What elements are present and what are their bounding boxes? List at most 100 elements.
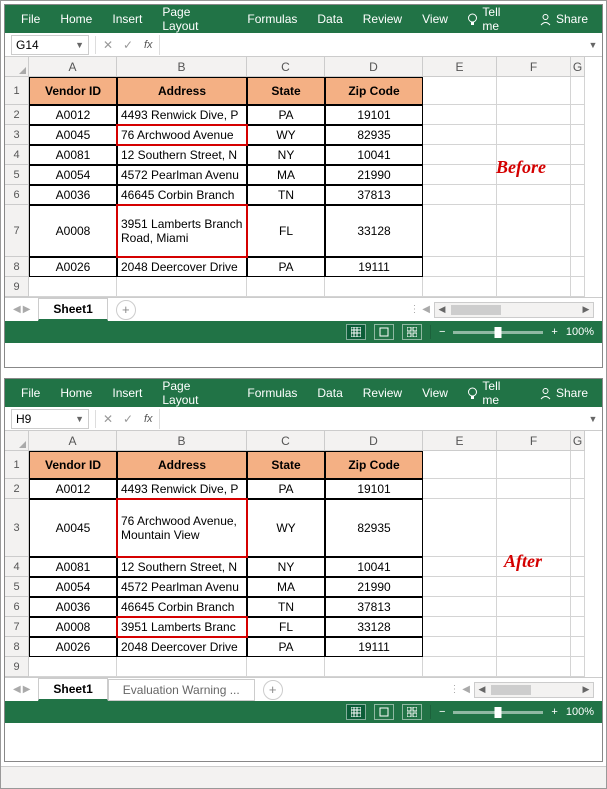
cell[interactable] <box>497 185 571 205</box>
cell[interactable] <box>423 125 497 145</box>
cell[interactable] <box>497 77 571 105</box>
cell[interactable]: 4493 Renwick Dive, P <box>117 479 247 499</box>
cell[interactable] <box>571 277 585 297</box>
cell-highlighted[interactable]: 76 Archwood Avenue, Mountain View <box>117 499 247 557</box>
cell[interactable]: 2048 Deercover Drive <box>117 257 247 277</box>
cell[interactable] <box>423 657 497 677</box>
cell[interactable]: 19101 <box>325 479 423 499</box>
cell[interactable] <box>423 499 497 557</box>
cell[interactable] <box>423 479 497 499</box>
zoom-level[interactable]: 100% <box>566 326 594 338</box>
cell[interactable]: 37813 <box>325 597 423 617</box>
zoom-slider[interactable] <box>453 711 543 714</box>
cell[interactable] <box>497 205 571 257</box>
cell[interactable]: 12 Southern Street, N <box>117 557 247 577</box>
row-header[interactable]: 7 <box>5 617 29 637</box>
tell-me[interactable]: Tell me <box>460 1 525 37</box>
cell[interactable]: A0008 <box>29 205 117 257</box>
row-header[interactable]: 8 <box>5 257 29 277</box>
normal-view-icon[interactable] <box>346 324 366 340</box>
tab-review[interactable]: Review <box>355 8 410 30</box>
cell[interactable]: A0045 <box>29 499 117 557</box>
cell[interactable] <box>571 451 585 479</box>
dropdown-icon[interactable]: ▼ <box>75 40 84 50</box>
cell[interactable]: A0036 <box>29 597 117 617</box>
col-header-e[interactable]: E <box>423 57 497 77</box>
cell[interactable]: A0045 <box>29 125 117 145</box>
expand-icon[interactable]: ▼ <box>584 40 602 50</box>
cell[interactable] <box>29 657 117 677</box>
col-header-f[interactable]: F <box>497 431 571 451</box>
cell[interactable] <box>571 205 585 257</box>
zoom-level[interactable]: 100% <box>566 706 594 718</box>
col-header-b[interactable]: B <box>117 57 247 77</box>
cell[interactable]: 10041 <box>325 145 423 165</box>
nav-next-icon[interactable]: ▶ <box>23 684 31 695</box>
cell-highlighted[interactable]: 3951 Lamberts Branch Road, Miami <box>117 205 247 257</box>
page-break-view-icon[interactable] <box>402 704 422 720</box>
tab-scroll-icon[interactable]: ⋮ ◀ <box>450 684 470 695</box>
cell[interactable] <box>423 617 497 637</box>
cell[interactable] <box>497 125 571 145</box>
tab-review[interactable]: Review <box>355 382 410 404</box>
select-all[interactable] <box>5 431 29 451</box>
nav-prev-icon[interactable]: ◀ <box>13 304 21 315</box>
zoom-out-button[interactable]: − <box>439 706 445 718</box>
cell[interactable]: 4572 Pearlman Avenu <box>117 165 247 185</box>
cell[interactable]: A0081 <box>29 145 117 165</box>
cell[interactable] <box>497 277 571 297</box>
expand-icon[interactable]: ▼ <box>584 414 602 424</box>
tab-insert[interactable]: Insert <box>104 382 150 404</box>
hscroll[interactable]: ◀▶ <box>434 302 594 318</box>
sheet-tab[interactable]: Sheet1 <box>38 678 107 701</box>
cell[interactable] <box>497 257 571 277</box>
cell[interactable]: PA <box>247 257 325 277</box>
col-header-e[interactable]: E <box>423 431 497 451</box>
cell[interactable] <box>571 77 585 105</box>
cell[interactable]: PA <box>247 637 325 657</box>
zoom-slider[interactable] <box>453 331 543 334</box>
tab-page-layout[interactable]: Page Layout <box>154 375 235 411</box>
cell[interactable]: FL <box>247 205 325 257</box>
tab-data[interactable]: Data <box>309 8 350 30</box>
row-header[interactable]: 2 <box>5 479 29 499</box>
cancel-icon[interactable]: ✕ <box>98 38 118 52</box>
tab-file[interactable]: File <box>13 8 48 30</box>
cell[interactable] <box>325 657 423 677</box>
cell[interactable]: A0026 <box>29 257 117 277</box>
row-header[interactable]: 5 <box>5 577 29 597</box>
formula-input[interactable] <box>159 35 584 55</box>
sheet-tab[interactable]: Evaluation Warning ... <box>108 679 255 701</box>
add-sheet-button[interactable]: + <box>116 300 136 320</box>
formula-input[interactable] <box>159 409 584 429</box>
cell[interactable] <box>423 277 497 297</box>
zoom-in-button[interactable]: + <box>551 706 557 718</box>
tab-page-layout[interactable]: Page Layout <box>154 1 235 37</box>
row-header[interactable]: 2 <box>5 105 29 125</box>
cell[interactable] <box>497 479 571 499</box>
cell[interactable] <box>571 499 585 557</box>
tab-scroll-icon[interactable]: ⋮ ◀ <box>410 304 430 315</box>
cell[interactable] <box>571 125 585 145</box>
cell-highlighted[interactable]: 3951 Lamberts Branc <box>117 617 247 637</box>
row-header[interactable]: 7 <box>5 205 29 257</box>
cell[interactable]: 19111 <box>325 637 423 657</box>
cell[interactable]: 21990 <box>325 577 423 597</box>
cell[interactable] <box>29 277 117 297</box>
tab-data[interactable]: Data <box>309 382 350 404</box>
row-header[interactable]: 6 <box>5 597 29 617</box>
col-header-c[interactable]: C <box>247 431 325 451</box>
cell[interactable] <box>571 257 585 277</box>
cell[interactable]: WY <box>247 499 325 557</box>
cell[interactable] <box>571 577 585 597</box>
cell[interactable]: TN <box>247 185 325 205</box>
cell[interactable] <box>571 185 585 205</box>
cell[interactable]: 4572 Pearlman Avenu <box>117 577 247 597</box>
row-header[interactable]: 8 <box>5 637 29 657</box>
cell[interactable]: 33128 <box>325 205 423 257</box>
name-box[interactable]: H9▼ <box>11 409 89 429</box>
cell[interactable]: 46645 Corbin Branch <box>117 185 247 205</box>
cell[interactable]: WY <box>247 125 325 145</box>
row-header[interactable]: 9 <box>5 277 29 297</box>
cell[interactable] <box>423 257 497 277</box>
